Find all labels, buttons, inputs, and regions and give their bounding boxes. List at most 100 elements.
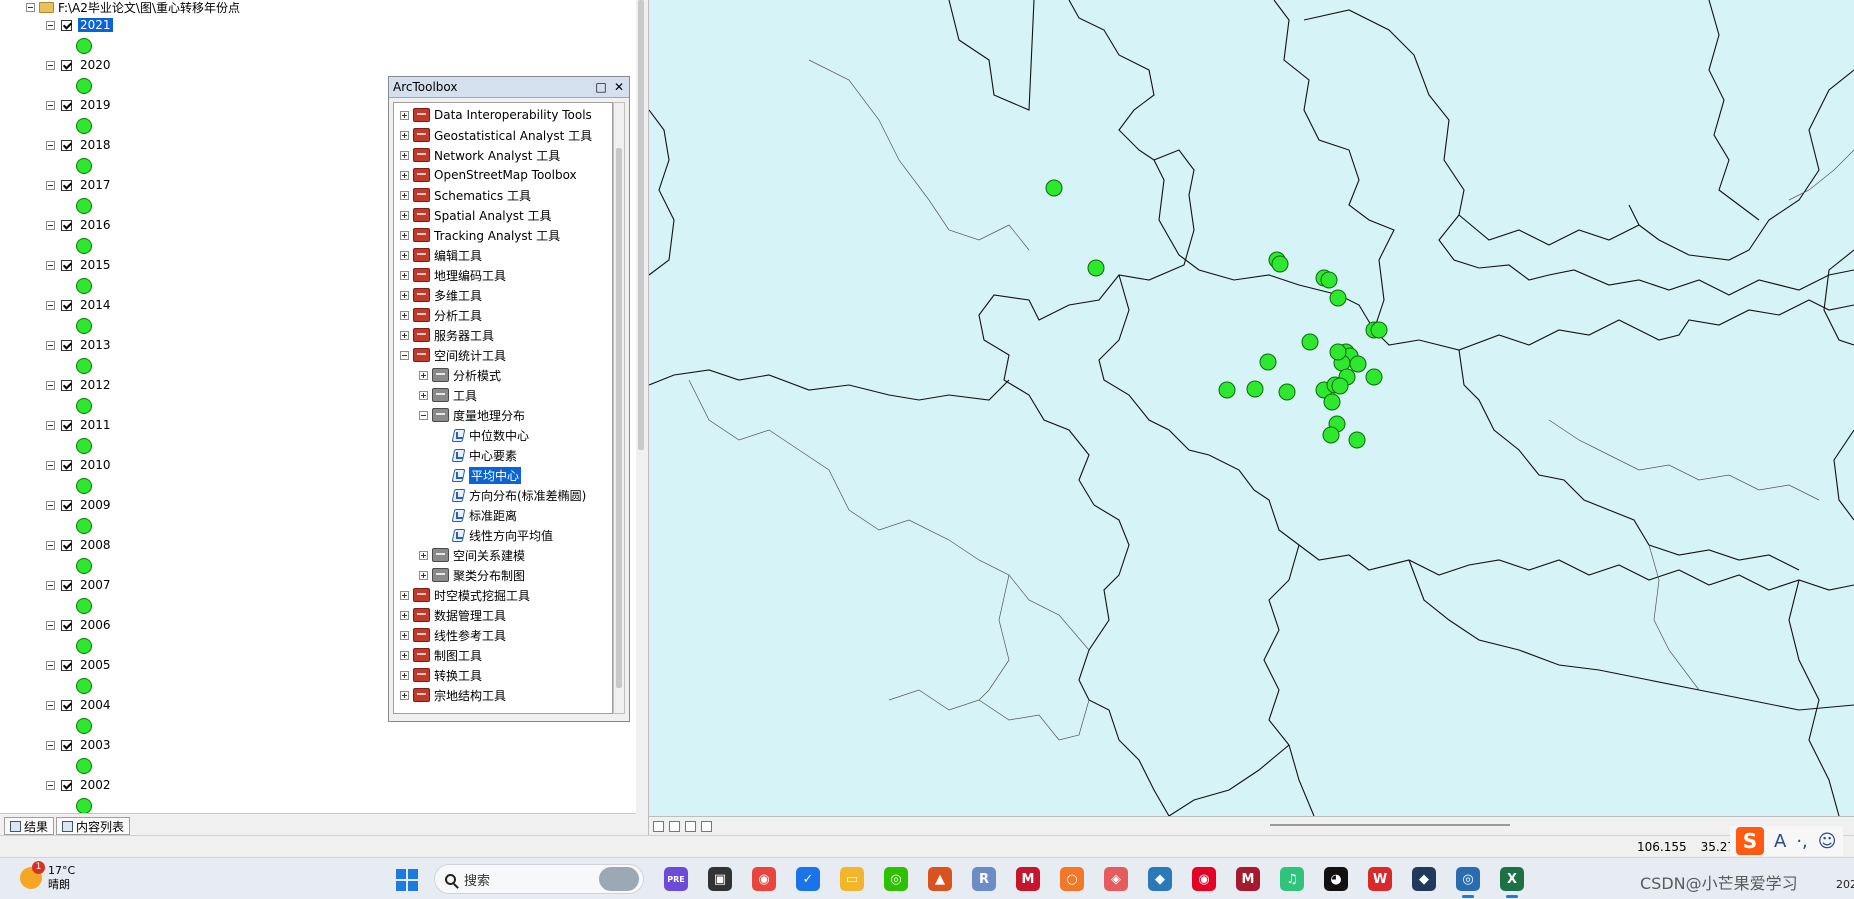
- centroid-point[interactable]: [1045, 179, 1063, 197]
- layer-visibility-checkbox[interactable]: [61, 379, 72, 391]
- toc-layer-13[interactable]: 2008: [46, 536, 113, 554]
- toolbox-item-11[interactable]: 服务器工具: [400, 325, 494, 345]
- toolbox-item-label[interactable]: 地理编码工具: [434, 267, 506, 284]
- collapse-icon[interactable]: [46, 20, 55, 30]
- layer-name[interactable]: 2014: [78, 298, 113, 312]
- layer-visibility-checkbox[interactable]: [61, 179, 72, 191]
- toolbox-item-24[interactable]: 时空模式挖掘工具: [400, 585, 530, 605]
- toolbox-item-3[interactable]: OpenStreetMap Toolbox: [400, 165, 577, 185]
- centroid-point[interactable]: [1301, 333, 1319, 351]
- toolbox-item-label[interactable]: 工具: [453, 387, 477, 404]
- layer-visibility-checkbox[interactable]: [61, 339, 72, 351]
- layer-visibility-checkbox[interactable]: [61, 539, 72, 551]
- layer-visibility-checkbox[interactable]: [61, 739, 72, 751]
- layer-name[interactable]: 2006: [78, 618, 113, 632]
- arctoolbox-title-bar[interactable]: ArcToolbox □ ✕: [389, 77, 629, 98]
- layer-visibility-checkbox[interactable]: [61, 419, 72, 431]
- toolbox-item-label[interactable]: Geostatistical Analyst 工具: [434, 127, 592, 144]
- toolbox-item-label[interactable]: 空间统计工具: [434, 347, 506, 364]
- expand-icon[interactable]: [400, 170, 409, 180]
- toolbox-item-label[interactable]: 平均中心: [469, 466, 522, 484]
- qq-music-icon[interactable]: ♫: [1280, 867, 1304, 891]
- toolbox-item-label[interactable]: 分析模式: [453, 367, 501, 384]
- mendeley-icon[interactable]: M: [1016, 867, 1040, 891]
- toolbox-item-20[interactable]: 标准距离: [438, 505, 517, 525]
- layer-visibility-checkbox[interactable]: [61, 259, 72, 271]
- layer-name[interactable]: 2020: [78, 58, 113, 72]
- layer-name[interactable]: 2011: [78, 418, 113, 432]
- toolbox-item-2[interactable]: Network Analyst 工具: [400, 145, 560, 165]
- collapse-icon[interactable]: [46, 180, 55, 190]
- layer-name[interactable]: 2009: [78, 498, 113, 512]
- toc-layer-16[interactable]: 2005: [46, 656, 113, 674]
- toc-layer-18[interactable]: 2003: [46, 736, 113, 754]
- todo-icon[interactable]: ✓: [796, 867, 820, 891]
- toc-scrollbar[interactable]: [636, 0, 649, 835]
- collapse-icon[interactable]: [46, 340, 55, 350]
- toolbox-item-16[interactable]: 中位数中心: [438, 425, 529, 445]
- ime-mode-icon[interactable]: A: [1774, 831, 1786, 852]
- scroll-thumb[interactable]: [616, 148, 622, 688]
- wps-icon[interactable]: W: [1368, 867, 1392, 891]
- toolbox-item-label[interactable]: Spatial Analyst 工具: [434, 207, 552, 224]
- expand-icon[interactable]: [400, 250, 409, 260]
- layer-name[interactable]: 2013: [78, 338, 113, 352]
- toolbox-item-label[interactable]: 中心要素: [469, 447, 517, 464]
- layer-name[interactable]: 2012: [78, 378, 113, 392]
- toolbox-item-label[interactable]: 编辑工具: [434, 247, 482, 264]
- toolbox-item-label[interactable]: 多维工具: [434, 287, 482, 304]
- layer-visibility-checkbox[interactable]: [61, 59, 72, 71]
- toolbox-item-label[interactable]: 中位数中心: [469, 427, 529, 444]
- toc-layer-12[interactable]: 2009: [46, 496, 113, 514]
- toolbox-item-4[interactable]: Schematics 工具: [400, 185, 531, 205]
- mendeley2-icon[interactable]: M: [1236, 867, 1260, 891]
- sogou-ime-icon[interactable]: S: [1736, 827, 1764, 855]
- centroid-point[interactable]: [1329, 343, 1347, 361]
- arcgis-icon[interactable]: ◆: [1148, 867, 1172, 891]
- toolbox-item-5[interactable]: Spatial Analyst 工具: [400, 205, 552, 225]
- expand-icon[interactable]: [400, 210, 409, 220]
- collapse-icon[interactable]: [46, 140, 55, 150]
- centroid-point[interactable]: [1322, 426, 1340, 444]
- toolbox-item-18[interactable]: 平均中心: [438, 465, 522, 485]
- toolbox-item-label[interactable]: Schematics 工具: [434, 187, 531, 204]
- file-explorer-icon[interactable]: ▭: [840, 867, 864, 891]
- layer-visibility-checkbox[interactable]: [61, 779, 72, 791]
- tab-table-of-contents[interactable]: 内容列表: [56, 817, 131, 835]
- toolbox-item-6[interactable]: Tracking Analyst 工具: [400, 225, 560, 245]
- layout-view-icon[interactable]: [669, 820, 680, 832]
- qq-icon[interactable]: ◕: [1324, 867, 1348, 891]
- toolbox-item-label[interactable]: 分析工具: [434, 307, 482, 324]
- toolbox-item-19[interactable]: 方向分布(标准差椭圆): [438, 485, 586, 505]
- toolbox-item-label[interactable]: 宗地结构工具: [434, 687, 506, 704]
- toolbox-item-label[interactable]: 时空模式挖掘工具: [434, 587, 530, 604]
- arctoolbox-scrollbar[interactable]: [613, 102, 625, 714]
- collapse-icon[interactable]: [46, 740, 55, 750]
- map-canvas[interactable]: [649, 0, 1854, 816]
- expand-icon[interactable]: [400, 590, 409, 600]
- expand-icon[interactable]: [400, 190, 409, 200]
- toc-layer-10[interactable]: 2011: [46, 416, 113, 434]
- layer-name[interactable]: 2021: [77, 17, 114, 33]
- centroid-point[interactable]: [1246, 380, 1264, 398]
- toolbox-item-27[interactable]: 制图工具: [400, 645, 482, 665]
- layer-name[interactable]: 2008: [78, 538, 113, 552]
- toolbox-item-label[interactable]: OpenStreetMap Toolbox: [434, 168, 577, 182]
- map-horizontal-scrollbar[interactable]: [1270, 824, 1510, 826]
- scroll-thumb[interactable]: [638, 0, 644, 450]
- collapse-icon[interactable]: [46, 620, 55, 630]
- expand-icon[interactable]: [419, 570, 428, 580]
- centroid-point[interactable]: [1331, 377, 1349, 395]
- collapse-icon[interactable]: [46, 700, 55, 710]
- collapse-icon[interactable]: [46, 540, 55, 550]
- data-view-icon[interactable]: [653, 820, 664, 832]
- layer-visibility-checkbox[interactable]: [61, 19, 72, 31]
- expand-icon[interactable]: [400, 670, 409, 680]
- toolbox-item-0[interactable]: Data Interoperability Tools: [400, 105, 592, 125]
- start-button[interactable]: [396, 869, 418, 891]
- pdf-icon[interactable]: ◈: [1104, 867, 1128, 891]
- toolbox-item-10[interactable]: 分析工具: [400, 305, 482, 325]
- toolbox-item-label[interactable]: 空间关系建模: [453, 547, 525, 564]
- toolbox-item-8[interactable]: 地理编码工具: [400, 265, 506, 285]
- toolbox-item-13[interactable]: 分析模式: [419, 365, 501, 385]
